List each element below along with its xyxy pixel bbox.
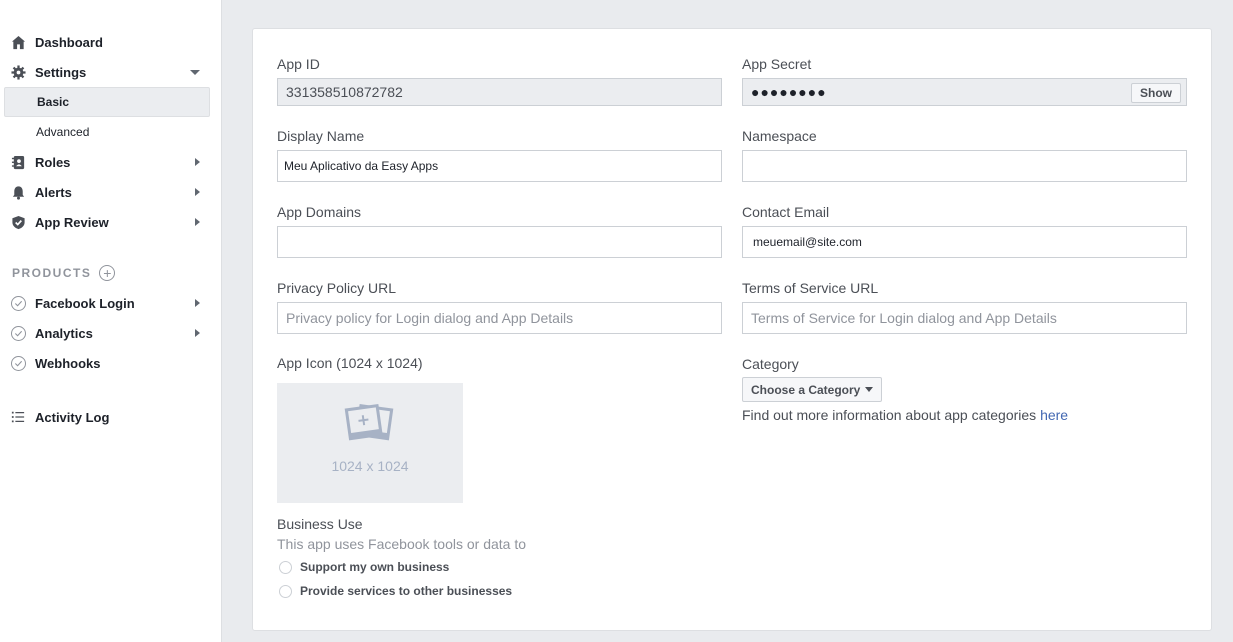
terms-of-service-url-input[interactable]: Terms of Service for Login dialog and Ap… bbox=[742, 302, 1187, 334]
basic-settings-panel: App ID 331358510872782 App Secret ●●●●●●… bbox=[252, 28, 1212, 631]
image-upload-icon bbox=[344, 403, 394, 441]
sidebar-item-label: Settings bbox=[35, 64, 87, 80]
show-secret-button[interactable]: Show bbox=[1131, 83, 1181, 103]
app-icon-upload[interactable]: 1024 x 1024 bbox=[277, 383, 463, 503]
app-icon-size-text: 1024 x 1024 bbox=[331, 458, 409, 474]
chevron-right-icon bbox=[195, 299, 200, 307]
business-use-description: This app uses Facebook tools or data to bbox=[277, 536, 527, 552]
chevron-right-icon bbox=[195, 188, 200, 196]
terms-of-service-label: Terms of Service URL bbox=[742, 280, 879, 296]
check-circle-icon bbox=[10, 295, 26, 311]
app-secret-masked-value: ●●●●●●●● bbox=[751, 84, 827, 100]
sidebar-item-app-review[interactable]: App Review bbox=[4, 207, 210, 237]
sidebar-item-dashboard[interactable]: Dashboard bbox=[4, 27, 210, 57]
bell-icon bbox=[10, 184, 26, 200]
app-id-field: 331358510872782 bbox=[277, 78, 722, 106]
category-help-label: Find out more information about app cate… bbox=[742, 407, 1037, 423]
sidebar-item-alerts[interactable]: Alerts bbox=[4, 177, 210, 207]
sidebar-item-label: Activity Log bbox=[35, 409, 110, 425]
products-header: PRODUCTS + bbox=[12, 265, 116, 281]
choose-category-label: Choose a Category bbox=[751, 382, 861, 397]
sidebar-item-label: Alerts bbox=[35, 184, 72, 200]
products-header-label: PRODUCTS bbox=[12, 266, 92, 280]
business-use-label: Business Use bbox=[277, 516, 363, 532]
sidebar-item-roles[interactable]: Roles bbox=[4, 147, 210, 177]
category-label: Category bbox=[742, 356, 799, 372]
app-icon-label: App Icon (1024 x 1024) bbox=[277, 355, 423, 371]
home-icon bbox=[10, 34, 26, 50]
gear-icon bbox=[10, 64, 26, 80]
chevron-right-icon bbox=[195, 158, 200, 166]
category-help-text: Find out more information about app cate… bbox=[742, 407, 1068, 423]
business-option-own[interactable]: Support my own business bbox=[279, 560, 449, 574]
business-option-services[interactable]: Provide services to other businesses bbox=[279, 584, 512, 598]
app-domains-input[interactable] bbox=[277, 226, 722, 258]
chevron-down-icon bbox=[190, 70, 200, 75]
shield-check-icon bbox=[10, 214, 26, 230]
check-circle-icon bbox=[10, 325, 26, 341]
contact-email-label: Contact Email bbox=[742, 204, 830, 220]
radio-label: Provide services to other businesses bbox=[300, 584, 513, 598]
privacy-policy-label: Privacy Policy URL bbox=[277, 280, 397, 296]
sidebar-item-label: Roles bbox=[35, 154, 71, 170]
add-product-icon[interactable]: + bbox=[99, 265, 116, 281]
sidebar-item-activity-log[interactable]: Activity Log bbox=[4, 402, 210, 432]
contact-email-input[interactable]: meuemail@site.com bbox=[742, 226, 1187, 258]
sidebar-item-label: Analytics bbox=[35, 325, 93, 341]
app-id-label: App ID bbox=[277, 56, 320, 72]
sidebar: Dashboard Settings Basic Advanced Roles … bbox=[0, 0, 222, 642]
radio-button[interactable] bbox=[279, 560, 292, 574]
display-name-input[interactable]: Meu Aplicativo da Easy Apps bbox=[277, 150, 722, 182]
caret-down-icon bbox=[865, 387, 874, 392]
namespace-input[interactable] bbox=[742, 150, 1187, 182]
sidebar-item-analytics[interactable]: Analytics bbox=[4, 318, 210, 348]
sidebar-item-label: Dashboard bbox=[35, 34, 103, 50]
choose-category-dropdown[interactable]: Choose a Category bbox=[742, 377, 883, 402]
sidebar-subitem-basic[interactable]: Basic bbox=[4, 87, 210, 117]
category-help-link[interactable]: here bbox=[1040, 407, 1068, 423]
app-secret-label: App Secret bbox=[742, 56, 812, 72]
chevron-right-icon bbox=[195, 218, 200, 226]
sidebar-subitem-advanced[interactable]: Advanced bbox=[4, 117, 210, 147]
sidebar-item-label: Facebook Login bbox=[35, 295, 135, 311]
sidebar-item-webhooks[interactable]: Webhooks bbox=[4, 348, 210, 378]
display-name-label: Display Name bbox=[277, 128, 365, 144]
app-secret-field: ●●●●●●●● Show bbox=[742, 78, 1187, 106]
sidebar-item-facebook-login[interactable]: Facebook Login bbox=[4, 288, 210, 318]
roles-icon bbox=[10, 154, 26, 170]
sidebar-item-label: App Review bbox=[35, 214, 109, 230]
radio-button[interactable] bbox=[279, 584, 292, 598]
app-domains-label: App Domains bbox=[277, 204, 362, 220]
check-circle-icon bbox=[10, 355, 26, 371]
sidebar-item-label: Webhooks bbox=[35, 355, 101, 371]
list-icon bbox=[10, 409, 26, 425]
radio-label: Support my own business bbox=[300, 560, 450, 574]
chevron-right-icon bbox=[195, 329, 200, 337]
privacy-policy-url-input[interactable]: Privacy policy for Login dialog and App … bbox=[277, 302, 722, 334]
sidebar-item-settings[interactable]: Settings bbox=[4, 57, 210, 87]
namespace-label: Namespace bbox=[742, 128, 817, 144]
